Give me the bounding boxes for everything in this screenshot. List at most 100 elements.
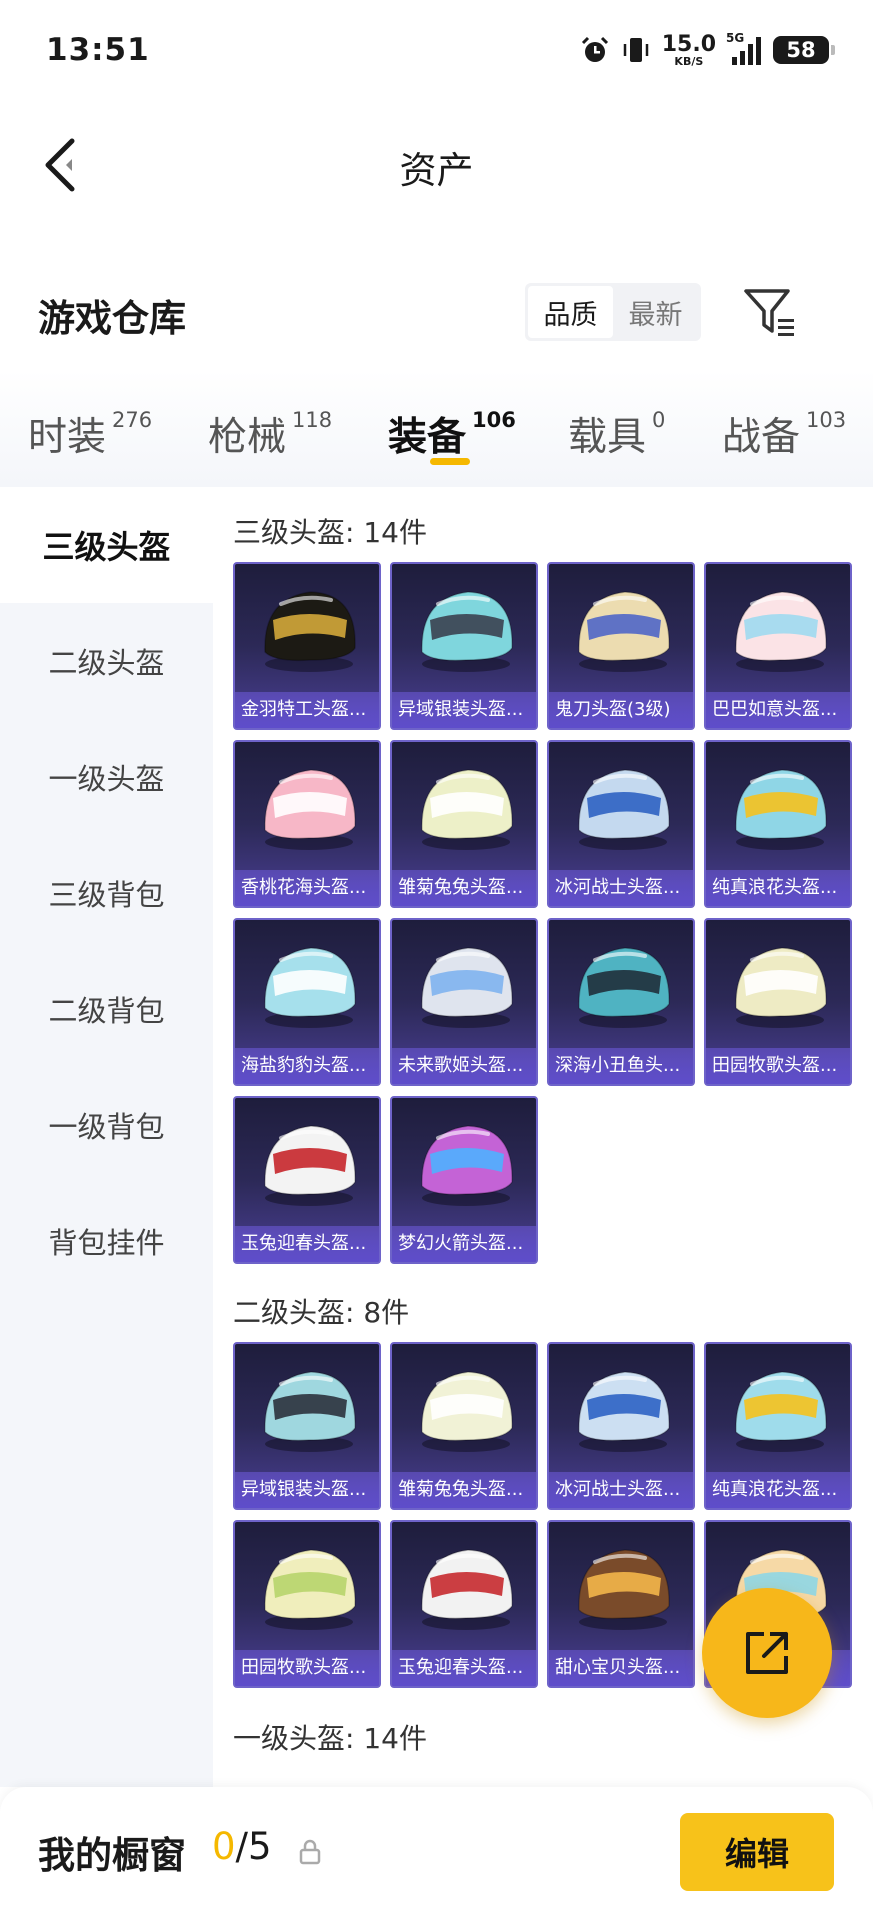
helmet-icon xyxy=(264,591,356,672)
item-card[interactable]: 纯真浪花头盔... xyxy=(704,740,852,908)
tab-weapons[interactable]: 枪械 118 xyxy=(208,406,332,462)
status-time: 13:51 xyxy=(46,32,150,68)
sort-quality-option[interactable]: 品质 xyxy=(528,286,613,338)
tab-count: 0 xyxy=(652,408,666,432)
item-card[interactable]: 异域银装头盔... xyxy=(233,1342,381,1510)
tab-equipment[interactable]: 装备 106 xyxy=(388,406,516,462)
tab-label: 战备 xyxy=(722,415,801,460)
network-speed-value: 15.0 xyxy=(661,31,716,57)
tab-combat-gear[interactable]: 战备 103 xyxy=(722,406,846,462)
item-card[interactable]: 雏菊兔兔头盔... xyxy=(390,740,538,908)
sidebar-item-level2-helmet[interactable]: 二级头盔 xyxy=(0,603,213,719)
sidebar-item-level2-backpack[interactable]: 二级背包 xyxy=(0,951,213,1067)
helmet-icon xyxy=(264,1549,356,1630)
item-card[interactable]: 未来歌姬头盔... xyxy=(390,918,538,1086)
item-name: 巴巴如意头盔... xyxy=(706,692,850,728)
group-title-level2: 二级头盔: 8件 xyxy=(233,1296,410,1329)
item-name: 鬼刀头盔(3级) xyxy=(549,692,693,728)
share-icon xyxy=(746,1632,788,1674)
page-title: 资产 xyxy=(399,149,474,192)
item-name: 异域银装头盔... xyxy=(392,692,536,728)
filter-button[interactable] xyxy=(740,283,800,343)
sidebar-item-level1-helmet[interactable]: 一级头盔 xyxy=(0,719,213,835)
item-name: 玉兔迎春头盔... xyxy=(235,1226,379,1262)
helmet-icon xyxy=(578,947,670,1028)
sidebar-item-backpack-charm[interactable]: 背包挂件 xyxy=(0,1183,213,1299)
sort-toggle: 品质 最新 xyxy=(525,283,701,341)
item-card[interactable]: 异域银装头盔... xyxy=(390,562,538,730)
item-card[interactable]: 玉兔迎春头盔... xyxy=(390,1520,538,1688)
warehouse-title: 游戏仓库 xyxy=(38,297,186,340)
helmet-icon xyxy=(421,1549,513,1630)
item-card[interactable]: 深海小丑鱼头... xyxy=(547,918,695,1086)
item-card[interactable]: 甜心宝贝头盔... xyxy=(547,1520,695,1688)
helmet-icon xyxy=(264,947,356,1028)
item-card[interactable]: 冰河战士头盔... xyxy=(547,740,695,908)
edit-button[interactable]: 编辑 xyxy=(680,1813,834,1891)
helmet-icon xyxy=(735,591,827,672)
item-card[interactable]: 梦幻火箭头盔... xyxy=(390,1096,538,1264)
active-tab-indicator xyxy=(430,458,470,465)
item-name: 未来歌姬头盔... xyxy=(392,1048,536,1084)
item-card[interactable]: 冰河战士头盔... xyxy=(547,1342,695,1510)
item-name: 田园牧歌头盔... xyxy=(706,1048,850,1084)
tab-label: 时装 xyxy=(28,415,107,460)
item-card[interactable]: 香桃花海头盔... xyxy=(233,740,381,908)
item-card[interactable]: 田园牧歌头盔... xyxy=(233,1520,381,1688)
sidebar-item-level3-backpack[interactable]: 三级背包 xyxy=(0,835,213,951)
tab-fashion[interactable]: 时装 276 xyxy=(28,406,152,462)
item-card[interactable]: 巴巴如意头盔... xyxy=(704,562,852,730)
group-title-level3: 三级头盔: 14件 xyxy=(233,516,427,549)
item-card[interactable]: 金羽特工头盔... xyxy=(233,562,381,730)
showcase-count: 0/5 xyxy=(212,1825,272,1868)
battery-level: 58 xyxy=(786,38,816,62)
helmet-icon xyxy=(421,1125,513,1206)
item-card[interactable]: 纯真浪花头盔... xyxy=(704,1342,852,1510)
item-card[interactable]: 鬼刀头盔(3级) xyxy=(547,562,695,730)
sidebar-item-level1-backpack[interactable]: 一级背包 xyxy=(0,1067,213,1183)
item-card[interactable]: 海盐豹豹头盔... xyxy=(233,918,381,1086)
tab-count: 103 xyxy=(806,408,847,432)
tab-count: 276 xyxy=(112,408,153,432)
item-name: 香桃花海头盔... xyxy=(235,870,379,906)
item-card[interactable]: 田园牧歌头盔... xyxy=(704,918,852,1086)
tab-count: 118 xyxy=(292,408,333,432)
helmet-icon xyxy=(264,1371,356,1452)
showcase-label: 我的橱窗 xyxy=(38,1834,186,1877)
helmet-icon xyxy=(578,769,670,850)
helmet-icon xyxy=(421,591,513,672)
share-button[interactable] xyxy=(702,1588,832,1718)
tab-count: 106 xyxy=(472,408,516,432)
sort-latest-option[interactable]: 最新 xyxy=(613,286,698,338)
group-title-level1: 一级头盔: 14件 xyxy=(233,1722,427,1755)
item-name: 纯真浪花头盔... xyxy=(706,870,850,906)
helmet-icon xyxy=(264,1125,356,1206)
helmet-icon xyxy=(735,947,827,1028)
item-name: 深海小丑鱼头... xyxy=(549,1048,693,1084)
item-name: 纯真浪花头盔... xyxy=(706,1472,850,1508)
item-name: 海盐豹豹头盔... xyxy=(235,1048,379,1084)
item-card[interactable]: 玉兔迎春头盔... xyxy=(233,1096,381,1264)
helmet-icon xyxy=(735,769,827,850)
showcase-bar: 我的橱窗 0/5 编辑 xyxy=(0,1787,873,1920)
helmet-icon xyxy=(264,769,356,850)
signal-icon: 5G xyxy=(726,31,761,65)
tab-vehicles[interactable]: 载具 0 xyxy=(568,406,665,462)
tab-label: 载具 xyxy=(568,415,647,460)
status-bar: 13:51 15.0 KB/S 5G 58 xyxy=(0,0,873,100)
helmet-icon xyxy=(578,1549,670,1630)
item-card[interactable]: 雏菊兔兔头盔... xyxy=(390,1342,538,1510)
tab-label: 装备 xyxy=(388,415,467,460)
battery-icon: 58 xyxy=(773,36,835,64)
helmet-icon xyxy=(735,1371,827,1452)
showcase-current: 0 xyxy=(212,1825,236,1868)
network-speed-unit: KB/S xyxy=(674,54,704,68)
item-name: 玉兔迎春头盔... xyxy=(392,1650,536,1686)
sidebar-item-level3-helmet[interactable]: 三级头盔 xyxy=(0,487,213,603)
item-name: 冰河战士头盔... xyxy=(549,870,693,906)
network-type: 5G xyxy=(726,31,745,45)
item-name: 异域银装头盔... xyxy=(235,1472,379,1508)
vibrate-icon xyxy=(623,38,648,62)
item-name: 金羽特工头盔... xyxy=(235,692,379,728)
helmet-icon xyxy=(578,591,670,672)
